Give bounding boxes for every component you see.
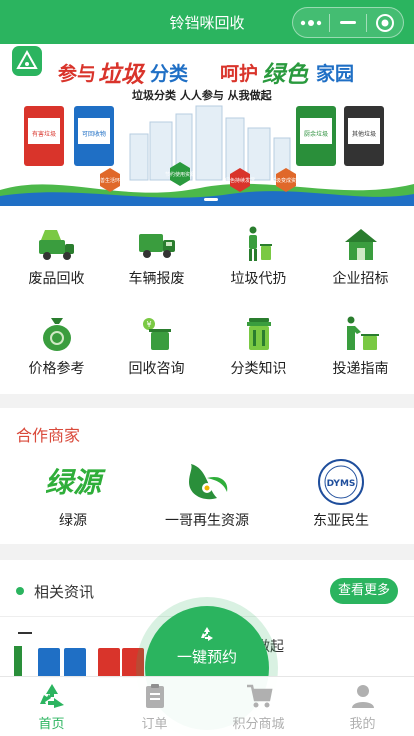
partners-title: 合作商家 [16,426,81,445]
throw-trash-icon [346,316,379,350]
service-recycling[interactable]: 废品回收 [5,210,108,300]
recyclable-bin-icon: 可回收物 [74,106,114,166]
recycle-truck-icon [38,230,74,260]
service-delivery-guide[interactable]: 投递指南 [309,300,412,390]
banner-headline-1: 参与 [58,62,96,85]
partner-lvyuan[interactable]: 绿源 绿源 [4,458,142,542]
recycle-icon [39,684,64,708]
mini-program-capsule [292,7,404,38]
banner-indicator [204,198,218,201]
minimize-icon[interactable] [330,7,366,38]
svg-text:¥: ¥ [146,320,151,329]
other-waste-bin-icon: 其他垃圾 [344,106,384,166]
dongya-logo: DYMS [318,459,364,505]
service-label: 车辆报废 [128,271,185,287]
tab-home[interactable]: 首页 [0,677,103,736]
service-price-reference[interactable]: 价格参考 [5,300,108,390]
promo-banner[interactable]: 参与 垃圾 分类 呵护 绿色 家园 垃圾分类 人人参与 从我做起 有害垃圾 可回… [0,44,414,206]
svg-text:节约使用资源: 节约使用资源 [165,171,195,178]
ellipsis-icon[interactable] [293,7,329,38]
recycle-icon [201,627,213,641]
svg-text:可回收物: 可回收物 [82,130,106,138]
fab-label: 一键预约 [176,648,237,666]
bin-coin-icon: ¥ [142,318,171,350]
svg-text:绿色持续发展: 绿色持续发展 [225,177,255,184]
money-bag-icon [42,318,71,351]
user-icon [351,685,374,708]
service-label: 企业招标 [332,271,389,287]
service-label: 投递指南 [332,361,389,377]
house-icon [344,229,377,260]
service-consult[interactable]: ¥ 回收咨询 [105,300,208,390]
cart-icon [246,684,273,708]
clipboard-icon [145,684,164,708]
banner-headline-6: 家园 [316,62,354,85]
partners-section: 合作商家 绿源 绿源 一哥再生资源 DYMS 东亚民生 [0,408,414,544]
truck-icon [138,234,175,258]
navigation-bar: 铃铛咪回收 [0,0,414,44]
sorting-bin-icon [246,318,271,350]
service-label: 分类知识 [230,361,287,377]
lvyuan-logo: 绿源 [45,466,106,499]
news-title: 相关资讯 [34,583,95,601]
view-more-button[interactable]: 查看更多 [330,578,398,604]
tab-orders[interactable]: 订单 [103,677,206,736]
svg-text:DYMS: DYMS [327,479,356,489]
service-trash-pickup[interactable]: 垃圾代扔 [207,210,310,300]
banner-headline-2: 垃圾 [98,61,146,88]
svg-text:垃圾变成资源: 垃圾变成资源 [271,177,301,184]
service-label: 废品回收 [28,271,85,287]
kitchen-waste-bin-icon: 厨余垃圾 [296,106,336,166]
hazardous-bin-icon: 有害垃圾 [24,106,64,166]
news-accent [18,632,32,634]
service-grid: 废品回收 车辆报废 垃圾代扔 企业招标 价格参考 ¥ 回收咨询 分类知识 投递指… [0,206,414,394]
person-trash-icon [248,226,272,261]
target-close-icon[interactable] [367,7,403,38]
svg-text:厨余垃圾: 厨余垃圾 [304,130,328,138]
service-sorting-knowledge[interactable]: 分类知识 [207,300,310,390]
service-label: 价格参考 [28,361,85,377]
partner-dongya[interactable]: DYMS 东亚民生 [272,458,410,542]
app-logo-icon [12,46,42,76]
service-vehicle-scrap[interactable]: 车辆报废 [105,210,208,300]
tab-points-mall[interactable]: 积分商城 [207,677,310,736]
yige-logo [189,464,228,500]
service-tender[interactable]: 企业招标 [309,210,412,300]
tab-mine[interactable]: 我的 [311,677,414,736]
svg-text:改善生活环境: 改善生活环境 [95,177,125,184]
svg-text:有害垃圾: 有害垃圾 [32,130,56,138]
svg-text:其他垃圾: 其他垃圾 [352,130,376,138]
tab-bar: 首页 订单 积分商城 我的 [0,676,414,736]
service-label: 回收咨询 [128,361,185,377]
banner-headline-3: 分类 [150,62,188,85]
banner-headline-4: 呵护 [220,62,258,85]
partner-yige[interactable]: 一哥再生资源 [138,458,276,542]
banner-subline: 垃圾分类 人人参与 从我做起 [132,88,273,102]
svg-text:绿源: 绿源 [45,466,106,499]
news-bullet [16,587,24,595]
banner-headline-5: 绿色 [262,61,309,88]
service-label: 垃圾代扔 [230,271,287,287]
